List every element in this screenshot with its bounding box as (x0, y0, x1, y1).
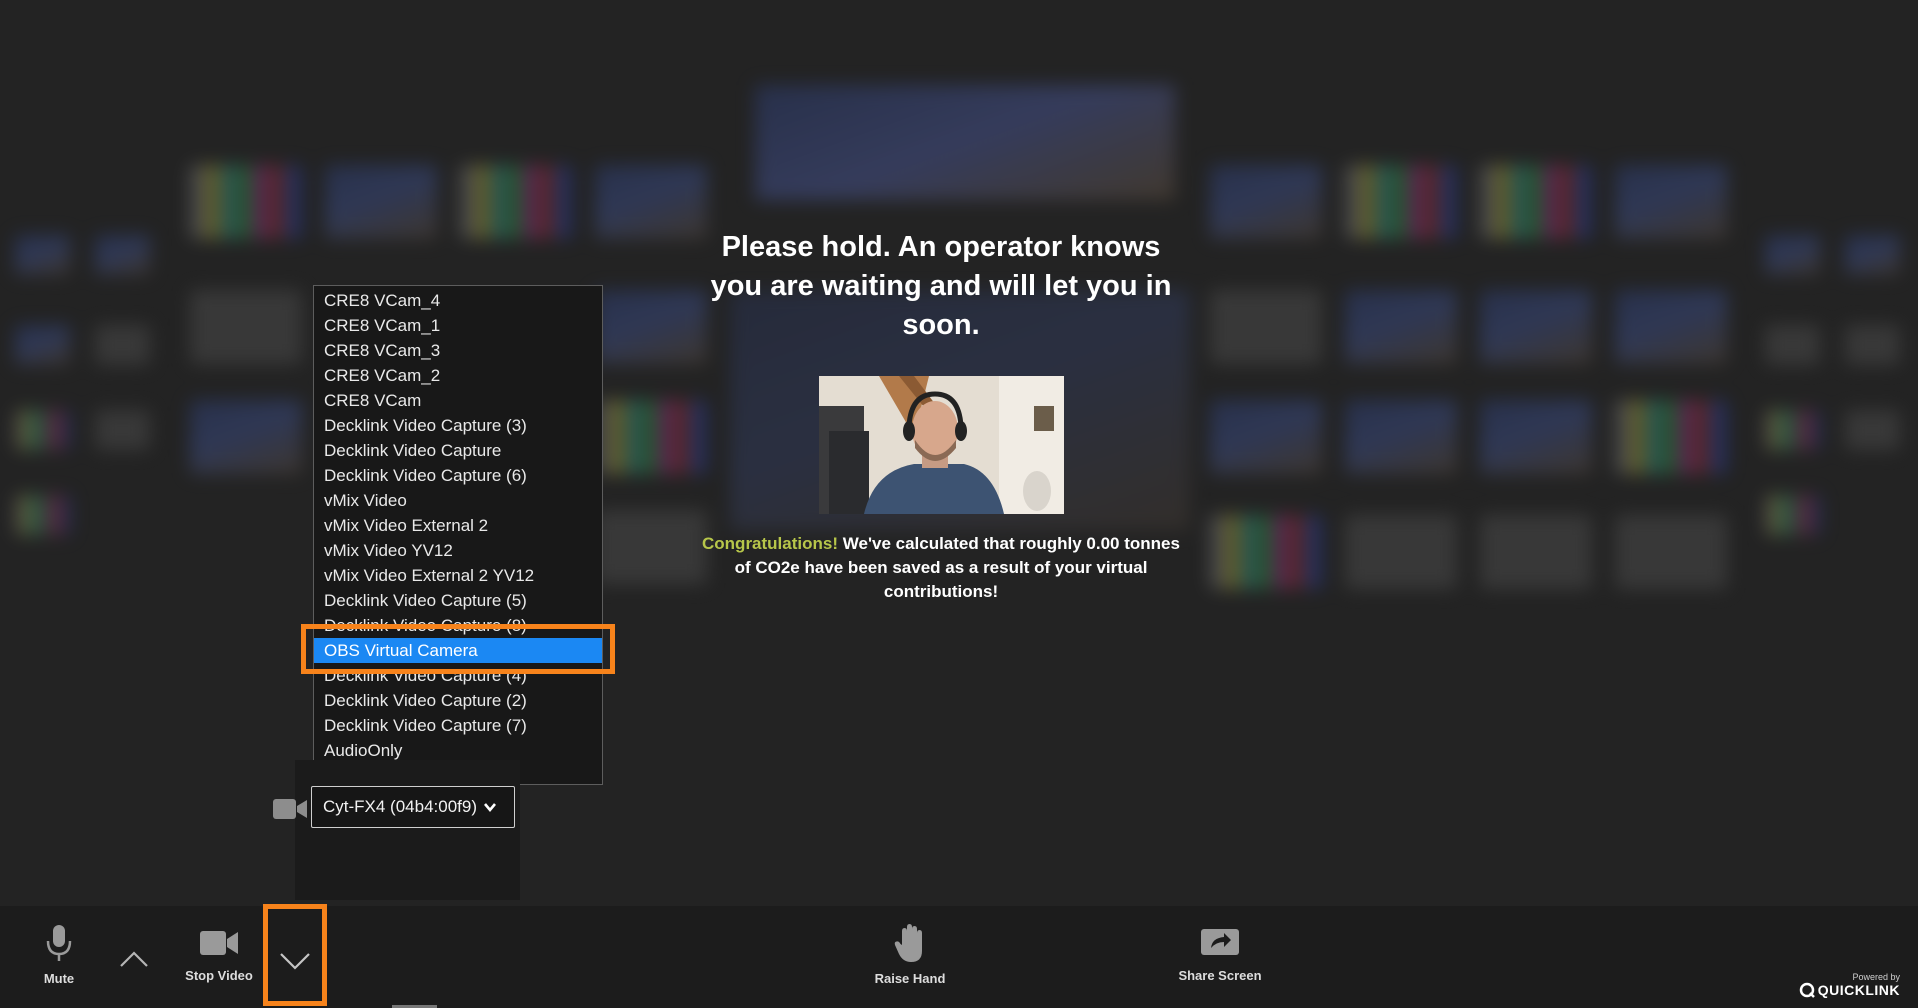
camera-option[interactable]: CRE8 VCam (314, 388, 602, 413)
camera-option[interactable]: Decklink Video Capture (5) (314, 588, 602, 613)
audio-options-button[interactable] (114, 950, 154, 968)
raise-hand-button[interactable]: Raise Hand (862, 923, 958, 986)
carbon-savings-message: Congratulations! We've calculated that r… (700, 532, 1182, 604)
background-tile (755, 85, 1175, 200)
camera-option[interactable]: CRE8 VCam_4 (314, 288, 602, 313)
camera-option[interactable]: vMix Video External 2 YV12 (314, 563, 602, 588)
camera-dropdown-list[interactable]: CRE8 VCam_4 CRE8 VCam_1 CRE8 VCam_3 CRE8 VC… (313, 285, 603, 785)
waiting-message: Please hold. An operator knows you are w… (710, 231, 1172, 341)
share-screen-label: Share Screen (1178, 968, 1262, 983)
share-screen-button[interactable]: Share Screen (1168, 926, 1272, 983)
powered-by-label: Powered by (1852, 972, 1900, 982)
camera-option[interactable]: CRE8 VCam_3 (314, 338, 602, 363)
camera-option[interactable]: Decklink Video Capture (8) (314, 613, 602, 638)
video-camera-icon (273, 799, 307, 819)
microphone-icon (46, 925, 72, 961)
camera-option[interactable]: Decklink Video Capture (3) (314, 413, 602, 438)
webcam-frame (819, 376, 1064, 514)
chevron-down-icon (484, 803, 496, 813)
camera-option[interactable]: vMix Video YV12 (314, 538, 602, 563)
congrats-label: Congratulations! (702, 534, 839, 553)
camera-option[interactable]: CRE8 VCam_1 (314, 313, 602, 338)
brand-label: QUICKLINK (1817, 982, 1900, 998)
share-screen-icon (1201, 929, 1239, 955)
select-backdrop (295, 760, 520, 900)
camera-option[interactable]: CRE8 VCam_2 (314, 363, 602, 388)
hand-icon (894, 924, 922, 962)
camera-option[interactable]: Decklink Video Capture (314, 438, 602, 463)
mute-button[interactable]: Mute (32, 923, 86, 986)
stop-video-label: Stop Video (185, 968, 253, 983)
camera-option[interactable]: Decklink Video Capture (4) (314, 663, 602, 688)
camera-select[interactable]: Cyt-FX4 (04b4:00f9) (311, 786, 515, 828)
self-preview-video (819, 376, 1064, 514)
camera-option[interactable]: Decklink Video Capture (6) (314, 463, 602, 488)
camera-option[interactable]: Decklink Video Capture (2) (314, 688, 602, 713)
camera-option[interactable]: vMix Video (314, 488, 602, 513)
chevron-up-icon (120, 951, 148, 967)
camera-option[interactable]: Decklink Video Capture (7) (314, 713, 602, 738)
raise-hand-label: Raise Hand (874, 971, 946, 986)
highlight-annotation (263, 904, 327, 1006)
quicklink-logo: Powered by QUICKLINK (1799, 972, 1900, 998)
camera-option[interactable]: OBS Virtual Camera (314, 638, 602, 663)
video-camera-icon (200, 931, 238, 955)
quicklink-logo-icon (1799, 982, 1815, 998)
camera-option[interactable]: vMix Video External 2 (314, 513, 602, 538)
stop-video-button[interactable]: Stop Video (176, 926, 262, 983)
mute-label: Mute (43, 971, 75, 986)
camera-select-value: Cyt-FX4 (04b4:00f9) (323, 797, 478, 816)
